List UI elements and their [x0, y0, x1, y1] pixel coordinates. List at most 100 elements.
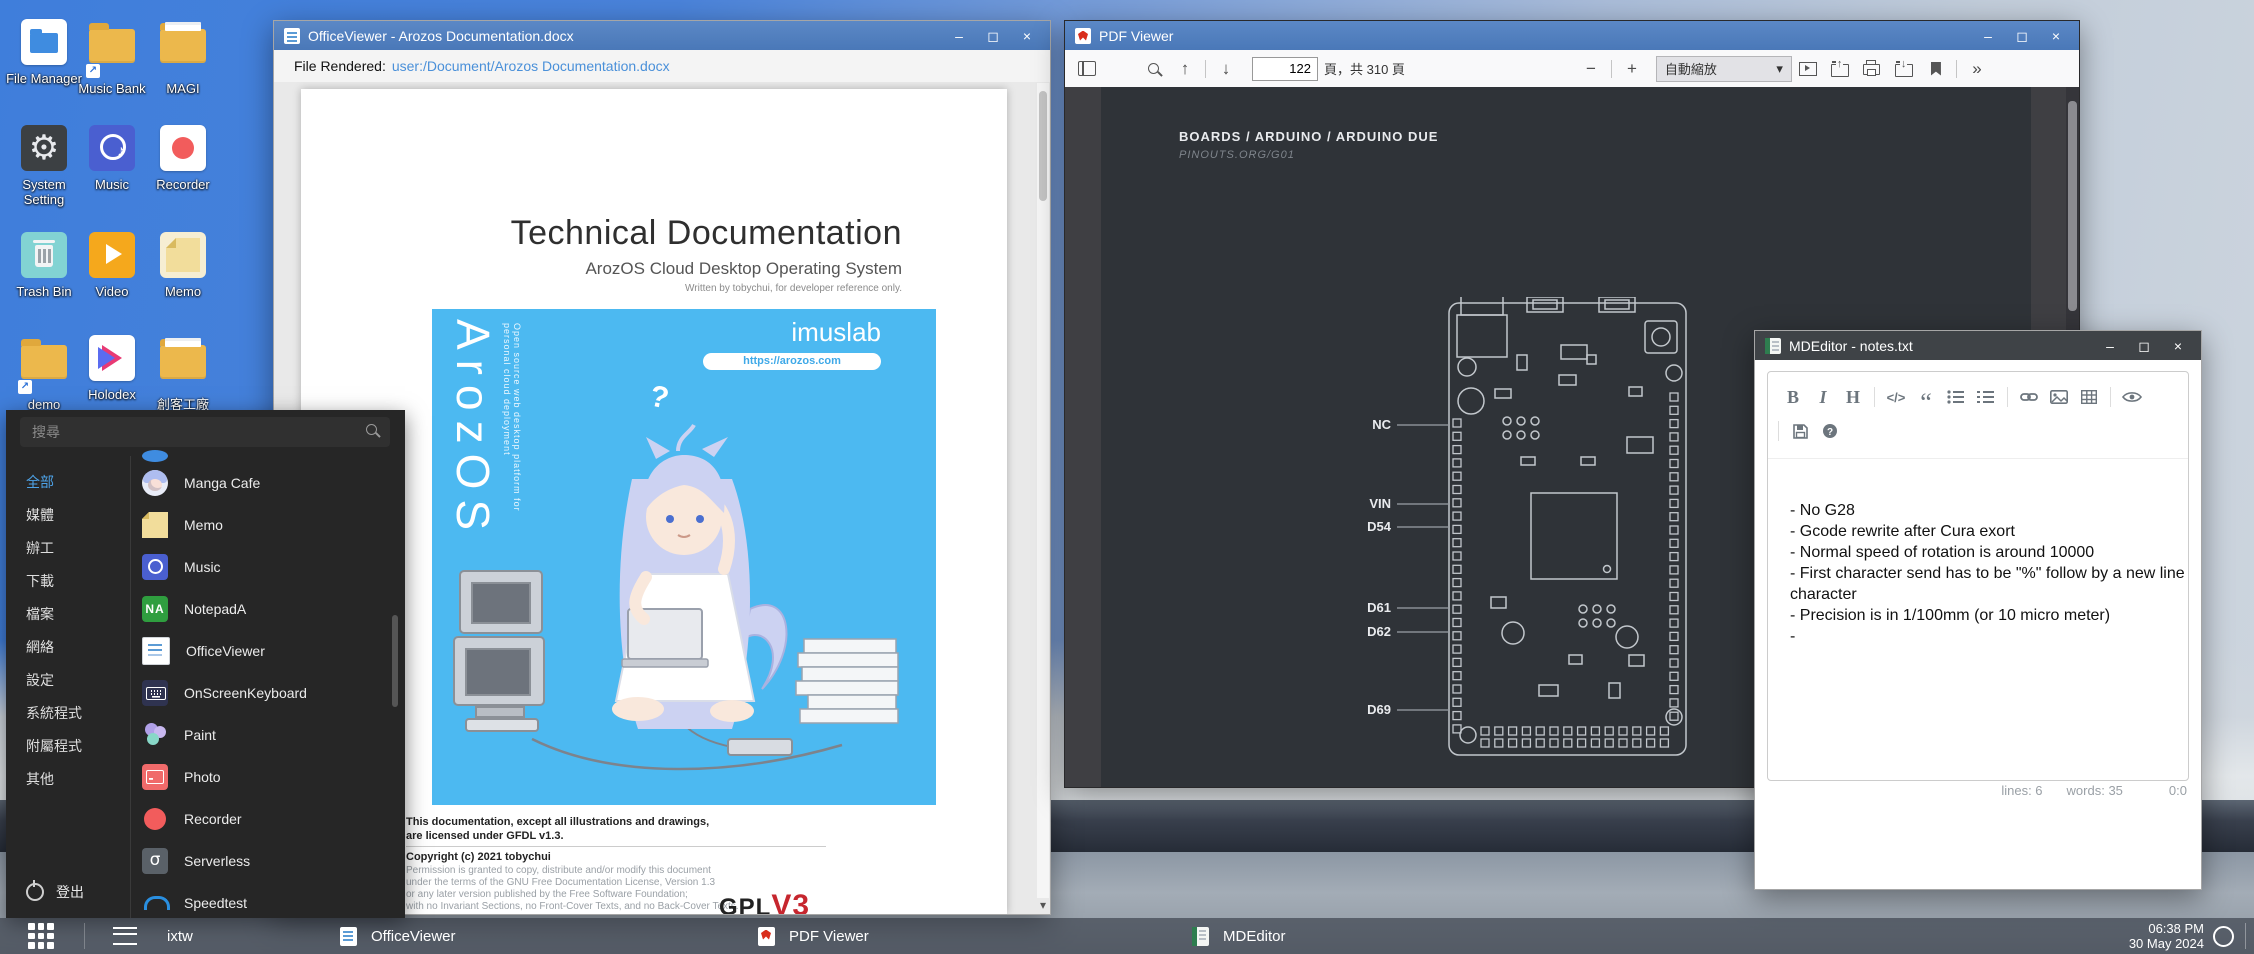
italic-icon[interactable]: I — [1808, 383, 1838, 411]
taskbar-item-pdf-viewer[interactable]: PDF Viewer — [758, 918, 869, 954]
desktop-icon-label: MAGI — [141, 81, 225, 96]
desktop-icon-magi[interactable]: MAGI — [141, 19, 225, 96]
minimize-button[interactable]: – — [944, 25, 974, 47]
more-tools-button[interactable]: » — [1963, 56, 1991, 82]
officeviewer-titlebar[interactable]: OfficeViewer - Arozos Documentation.docx… — [274, 21, 1050, 50]
app-item-recorder[interactable]: Recorder — [142, 801, 386, 837]
menu-button[interactable] — [113, 927, 137, 945]
app-item-clipped[interactable] — [142, 448, 386, 464]
app-item-paint[interactable]: Paint — [142, 717, 386, 753]
imuslab-brand: imuslab — [791, 317, 881, 348]
bookmark-button[interactable] — [1922, 56, 1950, 82]
zoom-in-button[interactable]: + — [1618, 56, 1646, 82]
category-others[interactable]: 其他 — [26, 769, 54, 789]
mdeditor-titlebar[interactable]: MDEditor - notes.txt – ◻ × — [1755, 331, 2201, 360]
zoom-out-button[interactable]: − — [1577, 56, 1605, 82]
file-path-link[interactable]: user:/Document/Arozos Documentation.docx — [392, 58, 670, 74]
desktop-icon-recorder[interactable]: Recorder — [141, 125, 225, 192]
status-circle-icon[interactable] — [2213, 926, 2234, 947]
scrollbar-thumb[interactable] — [1039, 91, 1047, 201]
markdown-toolbar: B I H </> “ — [1768, 372, 2188, 459]
category-system[interactable]: 系統程式 — [26, 703, 82, 723]
app-item-officeviewer[interactable]: OfficeViewer — [142, 633, 386, 669]
save-icon[interactable] — [1785, 417, 1815, 445]
category-download[interactable]: 下載 — [26, 571, 54, 591]
window-title: PDF Viewer — [1099, 28, 1173, 44]
sidebar-toggle-button[interactable] — [1073, 56, 1101, 82]
presentation-mode-button[interactable] — [1794, 56, 1822, 82]
app-item-memo[interactable]: Memo — [142, 507, 386, 543]
help-icon[interactable]: ? — [1815, 417, 1845, 445]
previous-page-button[interactable]: ↑ — [1171, 56, 1199, 82]
markdown-text-area[interactable]: - No G28 - Gcode rewrite after Cura exor… — [1790, 500, 2190, 647]
app-item-manga-cafe[interactable]: Manga Cafe — [142, 465, 386, 501]
app-item-music[interactable]: Music — [142, 549, 386, 585]
category-network[interactable]: 網絡 — [26, 637, 54, 657]
close-button[interactable]: × — [1012, 25, 1042, 47]
scrollbar-thumb[interactable] — [2068, 101, 2077, 311]
ordered-list-icon[interactable] — [1971, 383, 2001, 411]
unordered-list-icon[interactable] — [1941, 383, 1971, 411]
bold-icon[interactable]: B — [1778, 383, 1808, 411]
divider — [406, 846, 826, 847]
category-accessories[interactable]: 附屬程式 — [26, 736, 82, 756]
app-item-notepada[interactable]: NotepadA — [142, 591, 386, 627]
category-media[interactable]: 媒體 — [26, 505, 54, 525]
taskbar-item-mdeditor[interactable]: MDEditor — [1192, 918, 1286, 954]
zoom-select[interactable]: 自動縮放 ▾ — [1656, 56, 1792, 82]
document-scrollbar[interactable] — [1037, 83, 1049, 898]
close-button[interactable]: × — [2041, 25, 2071, 47]
search-input[interactable] — [20, 417, 390, 447]
quote-icon[interactable]: “ — [1911, 377, 1941, 417]
pdf-toolbar: ↑ ↓ 頁，共 310 頁 − + 自動縮放 ▾ » — [1065, 50, 2079, 88]
download-button[interactable] — [1890, 56, 1918, 82]
doc-subtitle: ArozOS Cloud Desktop Operating System — [511, 259, 902, 279]
page-number-input[interactable] — [1252, 57, 1318, 81]
app-item-serverless[interactable]: σ Serverless — [142, 843, 386, 879]
pdf-viewer-titlebar[interactable]: PDF Viewer – ◻ × — [1065, 21, 2079, 50]
app-item-photo[interactable]: Photo — [142, 759, 386, 795]
open-file-button[interactable] — [1826, 56, 1854, 82]
manga-cafe-icon — [142, 470, 168, 496]
desktop-icon-maker-factory[interactable]: 創客工廠 — [141, 335, 225, 412]
table-icon[interactable] — [2074, 383, 2104, 411]
maximize-button[interactable]: ◻ — [2007, 25, 2037, 47]
svg-text:?: ? — [1827, 427, 1833, 438]
desktop-icon-memo[interactable]: Memo — [141, 232, 225, 299]
scroll-down-chevron[interactable]: ▾ — [1036, 898, 1050, 914]
menu-scrollbar-thumb[interactable] — [392, 615, 398, 707]
app-item-onscreenkeyboard[interactable]: OnScreenKeyboard — [142, 675, 386, 711]
license-body: under the terms of the GNU Free Document… — [406, 877, 715, 888]
photo-icon — [142, 764, 168, 790]
maximize-button[interactable]: ◻ — [2129, 335, 2159, 357]
category-settings[interactable]: 設定 — [26, 670, 54, 690]
search-button[interactable] — [1139, 56, 1167, 82]
image-icon[interactable] — [2044, 383, 2074, 411]
maximize-button[interactable]: ◻ — [978, 25, 1008, 47]
folder-shortcut-icon — [89, 29, 135, 75]
app-item-speedtest[interactable]: Speedtest — [142, 885, 386, 921]
preview-eye-icon[interactable] — [2117, 383, 2147, 411]
divider — [84, 923, 85, 949]
document-icon — [284, 28, 300, 44]
link-icon[interactable] — [2014, 383, 2044, 411]
code-icon[interactable]: </> — [1881, 383, 1911, 411]
taskbar-clock[interactable]: 06:38 PM 30 May 2024 — [2129, 918, 2204, 954]
play-icon — [89, 232, 135, 278]
heading-icon[interactable]: H — [1838, 383, 1868, 411]
category-all[interactable]: 全部 — [26, 472, 54, 492]
username-label: ixtw — [167, 928, 193, 945]
logout-button[interactable]: 登出 — [26, 882, 84, 902]
words-count: words: 35 — [2067, 783, 2123, 798]
gear-icon — [21, 125, 67, 171]
next-page-button[interactable]: ↓ — [1212, 56, 1240, 82]
print-button[interactable] — [1858, 56, 1886, 82]
taskbar-item-officeviewer[interactable]: OfficeViewer — [340, 918, 456, 954]
minimize-button[interactable]: – — [2095, 335, 2125, 357]
doc-byline: Written by tobychui, for developer refer… — [511, 283, 902, 294]
close-button[interactable]: × — [2163, 335, 2193, 357]
minimize-button[interactable]: – — [1973, 25, 2003, 47]
category-office[interactable]: 辦工 — [26, 538, 54, 558]
category-files[interactable]: 檔案 — [26, 604, 54, 624]
app-grid-button[interactable] — [28, 923, 54, 949]
